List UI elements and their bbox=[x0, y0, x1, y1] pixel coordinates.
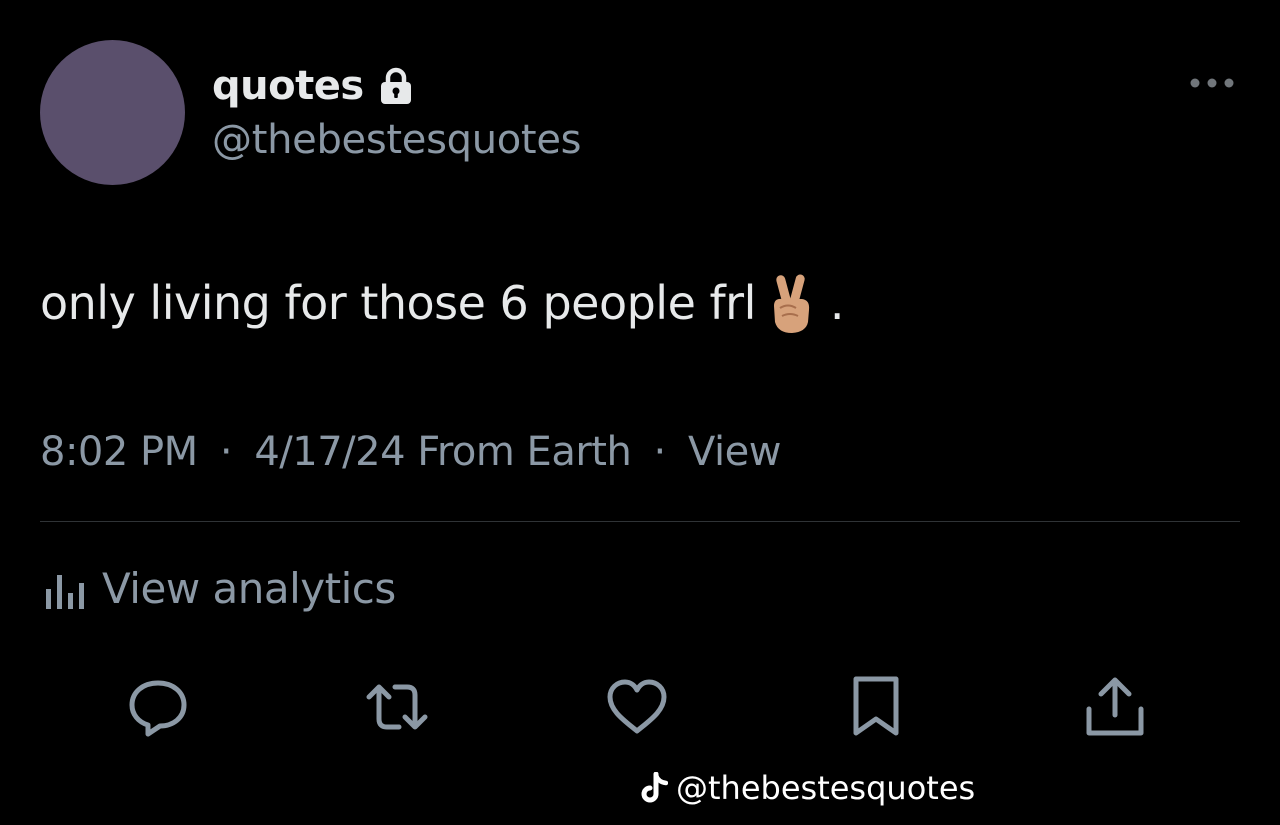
tweet-date: 4/17/24 From Earth bbox=[254, 429, 632, 475]
divider bbox=[40, 521, 1240, 522]
lock-icon bbox=[380, 67, 411, 104]
tweet-trailing-text: . bbox=[829, 276, 845, 331]
like-button[interactable] bbox=[602, 672, 672, 742]
author-handle[interactable]: @thebestesquotes bbox=[212, 118, 581, 162]
watermark-handle: @thebestesquotes bbox=[676, 769, 976, 807]
retweet-button[interactable] bbox=[362, 672, 432, 742]
analytics-icon bbox=[46, 575, 84, 609]
tweet-body: only living for those 6 people frl bbox=[40, 276, 756, 331]
more-options-icon[interactable] bbox=[1188, 76, 1236, 90]
view-analytics-button[interactable]: View analytics bbox=[44, 560, 396, 616]
avatar[interactable] bbox=[40, 40, 185, 185]
tweet-time[interactable]: 8:02 PM bbox=[40, 429, 198, 475]
analytics-label: View analytics bbox=[102, 563, 396, 613]
heart-icon bbox=[607, 679, 667, 734]
victory-hand-emoji bbox=[773, 274, 810, 333]
meta-separator: · bbox=[653, 429, 667, 475]
reply-button[interactable] bbox=[123, 672, 193, 742]
reply-icon bbox=[129, 680, 187, 737]
view-link[interactable]: View bbox=[688, 429, 781, 475]
retweet-icon bbox=[366, 684, 428, 730]
meta-separator: · bbox=[219, 429, 233, 475]
bookmark-icon bbox=[853, 676, 899, 736]
tweet-text: only living for those 6 people frl . bbox=[40, 272, 845, 336]
tiktok-watermark: @thebestesquotes bbox=[640, 766, 975, 810]
bookmark-button[interactable] bbox=[841, 672, 911, 742]
share-button[interactable] bbox=[1080, 672, 1150, 742]
share-icon bbox=[1086, 677, 1144, 736]
author-name-row: quotes bbox=[212, 60, 414, 112]
tiktok-icon bbox=[641, 772, 668, 803]
tweet-meta: 8:02 PM · 4/17/24 From Earth · View bbox=[40, 428, 781, 476]
author-display-name[interactable]: quotes bbox=[212, 66, 364, 106]
